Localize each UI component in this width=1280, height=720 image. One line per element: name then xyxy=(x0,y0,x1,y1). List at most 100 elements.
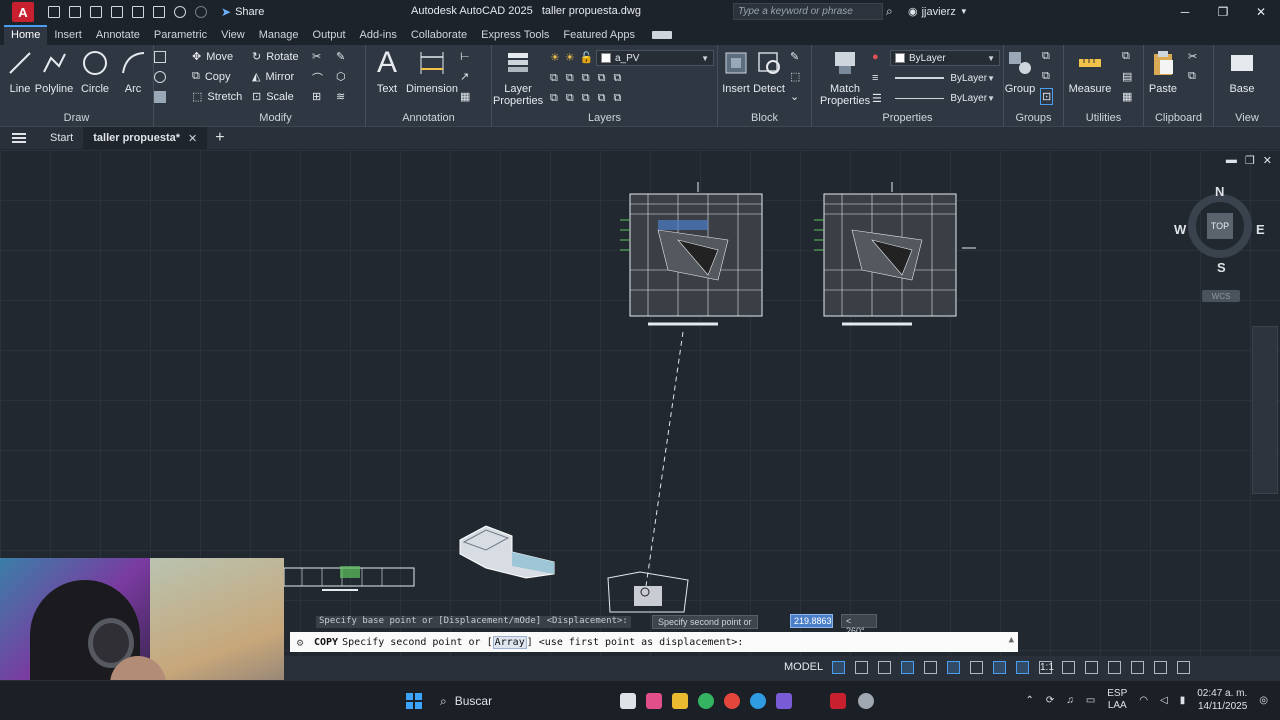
group-select-icon[interactable]: ⊡ xyxy=(1040,88,1054,105)
group-edit-icon[interactable]: ⧉ xyxy=(1042,70,1050,83)
base-view-tool[interactable]: Base xyxy=(1218,49,1266,95)
command-keyword-array[interactable]: Array xyxy=(492,635,527,649)
view-panel-title[interactable]: View xyxy=(1214,112,1280,124)
fillet-icon[interactable]: ⌒ xyxy=(312,70,323,86)
trim-icon[interactable]: ✂ xyxy=(312,50,321,63)
move-button[interactable]: ✥ Move xyxy=(192,50,233,64)
input-language[interactable]: ESP LAA xyxy=(1107,688,1127,712)
maximize-icon[interactable]: ❐ xyxy=(1204,0,1242,24)
ribbon-options-icon[interactable] xyxy=(651,31,672,39)
tab-featured-apps[interactable]: Featured Apps xyxy=(556,26,642,45)
layers-panel-title[interactable]: Layers xyxy=(492,112,717,124)
help-search-input[interactable]: Type a keyword or phrase xyxy=(733,3,883,20)
minimize-icon[interactable]: ─ xyxy=(1166,0,1204,24)
tab-home[interactable]: Home xyxy=(4,25,48,45)
chevron-up-icon[interactable]: ⌃ xyxy=(1026,695,1034,706)
clipboard-panel-title[interactable]: Clipboard xyxy=(1144,112,1213,124)
ungroup-icon[interactable]: ⧉ xyxy=(1042,50,1050,63)
save-as-icon[interactable] xyxy=(111,6,123,18)
layer-tools-row2[interactable]: ⧉ ⧉ ⧉ ⧉ ⧉ xyxy=(550,92,621,105)
plus-icon[interactable] xyxy=(1085,661,1098,674)
snap-icon[interactable] xyxy=(855,661,868,674)
close-icon[interactable]: ✕ xyxy=(1242,0,1280,24)
command-line-close-icon[interactable]: ▲ xyxy=(1009,635,1014,645)
rectangle-icon[interactable] xyxy=(154,51,166,63)
tab-collaborate[interactable]: Collaborate xyxy=(404,26,474,45)
whatsapp-icon[interactable] xyxy=(698,693,714,709)
mirror-button[interactable]: ◭ Mirror xyxy=(252,70,294,84)
annotation-scale-icon[interactable] xyxy=(993,661,1006,674)
edit-block-icon[interactable]: ⬚ xyxy=(790,70,800,83)
tab-express-tools[interactable]: Express Tools xyxy=(474,26,556,45)
quick-select-icon[interactable]: ▤ xyxy=(1122,70,1132,83)
utilities-panel-title[interactable]: Utilities xyxy=(1064,112,1143,124)
search-icon[interactable]: ⌕ xyxy=(886,4,893,19)
group-tool[interactable]: Group xyxy=(996,49,1044,95)
customize-menu-icon[interactable] xyxy=(1177,661,1190,674)
dimension-tool[interactable]: Dimension xyxy=(406,49,458,95)
copy-button[interactable]: ⧉ Copy xyxy=(192,70,231,83)
color-wheel-icon[interactable]: ● xyxy=(872,51,879,63)
color-dropdown[interactable]: ByLayer ▼ xyxy=(890,50,1000,66)
polar-icon[interactable] xyxy=(901,661,914,674)
stretch-button[interactable]: ⬚ Stretch xyxy=(192,90,242,104)
osnap-icon[interactable] xyxy=(947,661,960,674)
linetype-dropdown[interactable]: ByLayer ▼ xyxy=(890,90,1000,106)
layer-tools-row1[interactable]: ⧉ ⧉ ⧉ ⧉ ⧉ xyxy=(550,72,621,85)
draw-panel-title[interactable]: Draw xyxy=(0,112,153,124)
wifi-icon[interactable]: ◠ xyxy=(1139,695,1148,706)
teams-icon[interactable] xyxy=(776,693,792,709)
redo-icon[interactable] xyxy=(195,6,207,18)
tab-output[interactable]: Output xyxy=(306,26,353,45)
isolate-icon[interactable] xyxy=(1108,661,1121,674)
block-panel-title[interactable]: Block xyxy=(718,112,811,124)
sync-icon[interactable]: ⟳ xyxy=(1046,695,1054,706)
clock[interactable]: 02:47 a. m. 14/11/2025 xyxy=(1197,687,1247,713)
tab-insert[interactable]: Insert xyxy=(47,26,89,45)
paste-tool[interactable]: Paste xyxy=(1139,49,1187,95)
tab-annotate[interactable]: Annotate xyxy=(89,26,147,45)
linetype-icon[interactable]: ☰ xyxy=(872,92,882,105)
dynamic-input-angle[interactable]: < 260° xyxy=(841,614,877,636)
rotate-button[interactable]: ↻ Rotate xyxy=(252,50,299,64)
ellipse-icon[interactable] xyxy=(154,71,166,83)
lineweight-toggle-icon[interactable] xyxy=(970,661,983,674)
create-block-icon[interactable]: ✎ xyxy=(790,50,799,63)
autoscale-icon[interactable]: 1:1 xyxy=(1039,661,1054,674)
annotation-visibility-icon[interactable] xyxy=(1016,661,1029,674)
isodraft-icon[interactable] xyxy=(924,661,937,674)
dynamic-input-distance[interactable]: 219.8863 xyxy=(790,614,833,628)
user-account[interactable]: ◉ jjavierz ▼ xyxy=(908,5,968,19)
battery-icon[interactable]: ▮ xyxy=(1180,695,1186,706)
share-button[interactable]: ➤ Share xyxy=(221,5,264,19)
compass-south[interactable]: S xyxy=(1217,260,1226,275)
tab-start[interactable]: Start xyxy=(40,127,83,149)
explode-icon[interactable]: ⬡ xyxy=(336,70,346,83)
windows-start-icon[interactable] xyxy=(406,693,422,709)
autocad-taskbar-icon[interactable] xyxy=(830,693,846,709)
offset-icon[interactable]: ≋ xyxy=(336,90,345,103)
viewport-close-icon[interactable]: ✕ xyxy=(1263,154,1272,167)
display-icon[interactable]: ▭ xyxy=(1086,695,1095,706)
erase-icon[interactable]: ✎ xyxy=(336,50,345,63)
viewcube-top-face[interactable]: TOP xyxy=(1207,213,1233,239)
compass-north[interactable]: N xyxy=(1215,184,1224,199)
ortho-icon[interactable] xyxy=(878,661,891,674)
properties-panel-title[interactable]: Properties xyxy=(812,112,1003,124)
modify-panel-title[interactable]: Modify xyxy=(186,112,365,124)
microphone-icon[interactable]: ♫ xyxy=(1066,695,1074,706)
chrome-icon[interactable] xyxy=(724,693,740,709)
edge-icon[interactable] xyxy=(750,693,766,709)
copy-clip-icon[interactable]: ⧉ xyxy=(1188,70,1196,83)
drawing-canvas[interactable]: ▬ ❐ ✕ Specify base point or [Displacemen… xyxy=(0,150,1280,680)
file-explorer-icon[interactable] xyxy=(672,693,688,709)
command-line[interactable]: ⚙ COPY Specify second point or [Array] <… xyxy=(290,632,1018,652)
viewport-restore-icon[interactable]: ❐ xyxy=(1245,154,1255,167)
compass-west[interactable]: W xyxy=(1174,222,1186,237)
new-file-icon[interactable] xyxy=(48,6,60,18)
grid-icon[interactable] xyxy=(832,661,845,674)
new-tab-icon[interactable]: + xyxy=(215,129,224,147)
layer-dropdown[interactable]: a_PV ▼ xyxy=(596,50,714,66)
hamburger-menu-icon[interactable] xyxy=(12,131,26,145)
notification-icon[interactable]: ◎ xyxy=(1259,695,1268,706)
